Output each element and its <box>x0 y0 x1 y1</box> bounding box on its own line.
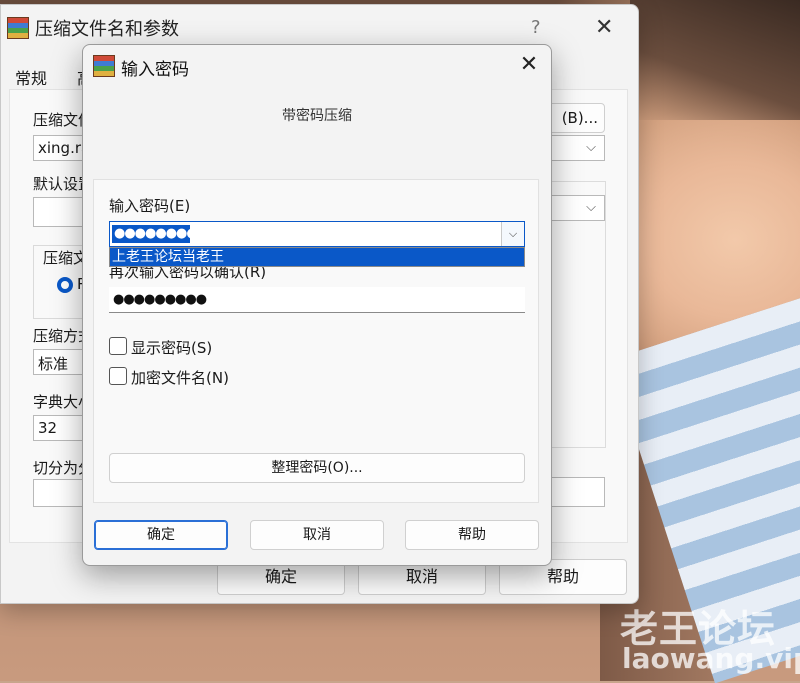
profile-caption: 带密码压缩 <box>282 108 352 124</box>
archive-name-dropdown-icon[interactable]: ⌵ <box>549 135 605 161</box>
split-unit-select[interactable] <box>549 477 605 507</box>
password-combobox[interactable]: ●●●●●●●●● ⌵ <box>109 221 525 247</box>
close-icon[interactable]: ✕ <box>517 51 541 79</box>
password-label: 输入密码(E) <box>109 197 191 215</box>
password-input[interactable]: ●●●●●●●●● <box>112 225 208 243</box>
confirm-password-input[interactable]: ●●●●●●●●● <box>109 287 525 313</box>
show-password-label[interactable]: 显示密码(S) <box>131 337 212 358</box>
password-dropdown-option[interactable]: 上老王论坛当老王 <box>110 248 524 266</box>
dialog-title: 输入密码 <box>121 60 189 80</box>
archiving-options-group <box>551 181 606 448</box>
show-password-checkbox[interactable] <box>109 337 127 355</box>
winrar-icon <box>93 55 115 77</box>
organize-passwords-button[interactable]: 整理密码(O)... <box>109 453 525 483</box>
encrypt-filenames-label[interactable]: 加密文件名(N) <box>131 367 229 388</box>
close-icon[interactable]: ✕ <box>595 15 613 40</box>
winrar-icon <box>7 17 29 39</box>
enter-password-dialog: 输入密码 ✕ 带密码压缩 输入密码(E) ●●●●●●●●● ⌵ 再次输入密码以… <box>82 44 552 566</box>
cancel-button[interactable]: 取消 <box>250 520 384 550</box>
ok-button[interactable]: 确定 <box>94 520 228 550</box>
chevron-down-icon[interactable]: ⌵ <box>501 222 524 246</box>
password-dropdown-list: 上老王论坛当老王 <box>109 247 525 267</box>
encrypt-filenames-checkbox[interactable] <box>109 367 127 385</box>
help-icon[interactable]: ? <box>531 17 541 38</box>
background-hair <box>630 0 800 120</box>
format-rar-radio[interactable] <box>57 277 73 293</box>
watermark-domain: laowang.vip <box>622 642 800 675</box>
help-button[interactable]: 帮助 <box>405 520 539 550</box>
window-title: 压缩文件名和参数 <box>35 19 179 40</box>
tab-general[interactable]: 常规 <box>15 65 47 89</box>
